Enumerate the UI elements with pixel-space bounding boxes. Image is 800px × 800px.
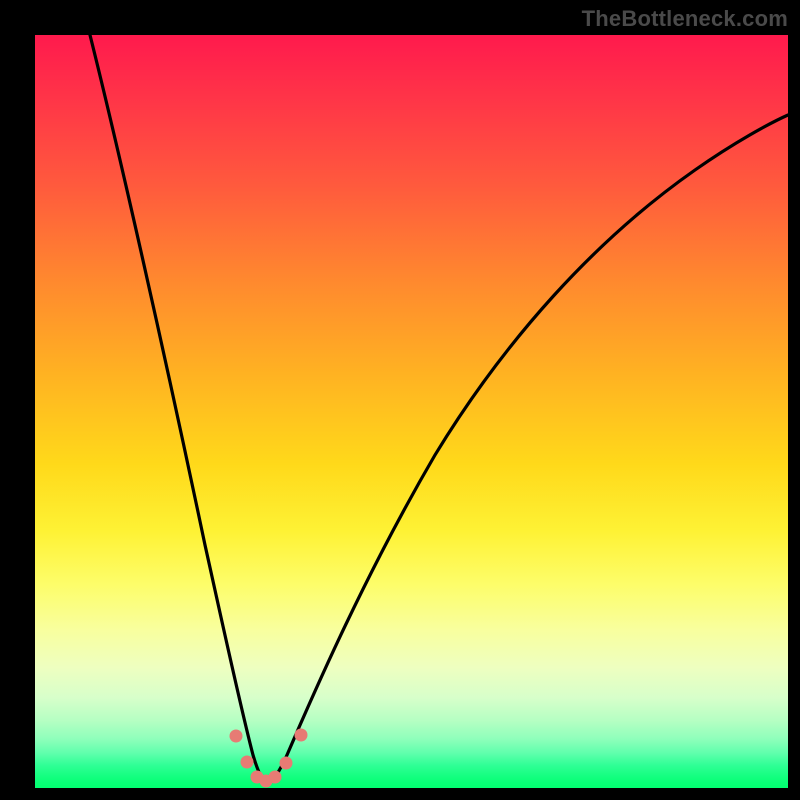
chart-frame: TheBottleneck.com: [0, 0, 800, 800]
bottleneck-curve-left: [90, 35, 266, 784]
curve-layer: [35, 35, 788, 788]
curve-markers: [230, 729, 308, 788]
plot-area: [35, 35, 788, 788]
watermark-text: TheBottleneck.com: [582, 6, 788, 32]
bottleneck-curve-right: [266, 115, 788, 784]
